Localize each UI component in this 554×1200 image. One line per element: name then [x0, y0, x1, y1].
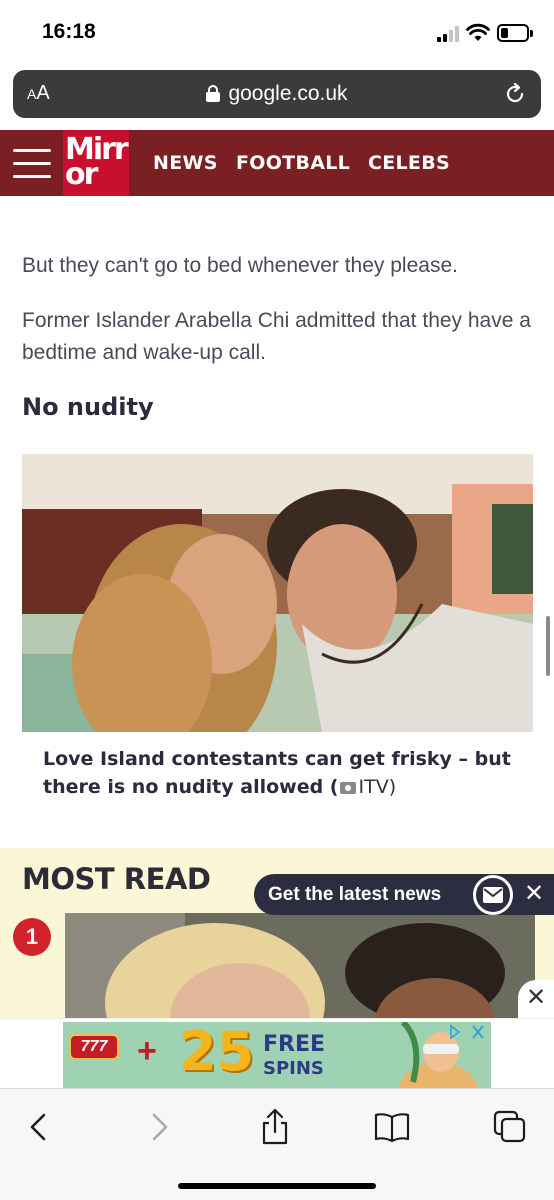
rank-badge: 1: [13, 918, 51, 956]
site-header: Mirr or NEWS FOOTBALL CELEBS: [0, 130, 554, 196]
nav-news[interactable]: NEWS: [153, 152, 218, 174]
status-time: 16:18: [42, 20, 96, 43]
home-indicator[interactable]: [178, 1183, 376, 1189]
back-icon[interactable]: [20, 1107, 60, 1147]
most-read-thumbnail[interactable]: [65, 913, 535, 1023]
newsletter-prompt-text: Get the latest news: [268, 884, 442, 905]
menu-icon[interactable]: [13, 146, 51, 180]
status-bar: 16:18: [0, 0, 554, 64]
share-icon[interactable]: [255, 1107, 295, 1147]
url-display[interactable]: google.co.uk: [13, 82, 541, 106]
ad-banner[interactable]: 777 + 25 FREE SPINS: [63, 1022, 491, 1088]
signal-icon: [437, 26, 463, 42]
ad-amount: 25: [179, 1022, 255, 1083]
battery-icon: [497, 24, 533, 42]
scrollbar[interactable]: [546, 616, 550, 676]
wifi-icon: [466, 23, 490, 41]
article-paragraph-1: But they can't go to bed whenever they p…: [22, 254, 458, 277]
ad-plus: +: [137, 1032, 157, 1070]
lock-icon: [206, 85, 221, 102]
bookmarks-icon[interactable]: [372, 1107, 412, 1147]
article-subheading: No nudity: [22, 393, 154, 421]
most-read-title: MOST READ: [22, 862, 211, 896]
photo-caption: Love Island contestants can get frisky –…: [43, 748, 511, 798]
newsletter-prompt[interactable]: Get the latest news ✕: [254, 874, 554, 915]
reload-icon[interactable]: [503, 82, 527, 106]
tabs-icon[interactable]: [490, 1107, 530, 1147]
nav-celebs[interactable]: CELEBS: [368, 152, 450, 174]
close-icon[interactable]: ✕: [524, 882, 544, 906]
nav-football[interactable]: FOOTBALL: [236, 152, 350, 174]
ad-free: FREE: [263, 1032, 326, 1057]
photo-credit: ITV): [358, 776, 397, 798]
article-paragraph-2: Former Islander Arabella Chi admitted th…: [22, 309, 531, 364]
mail-icon[interactable]: [473, 875, 513, 915]
ad-close-icon[interactable]: ✕: [518, 980, 554, 1018]
article-photo[interactable]: [22, 454, 533, 732]
address-bar[interactable]: AA google.co.uk: [13, 70, 541, 118]
mirror-logo[interactable]: Mirr or: [63, 130, 129, 196]
forward-icon[interactable]: [140, 1107, 180, 1147]
ad-spins: SPINS: [263, 1058, 324, 1079]
adchoices-icon[interactable]: [447, 1024, 487, 1040]
camera-icon: [340, 782, 357, 794]
ad-slot-badge: 777: [69, 1034, 119, 1060]
url-text: google.co.uk: [228, 82, 348, 105]
